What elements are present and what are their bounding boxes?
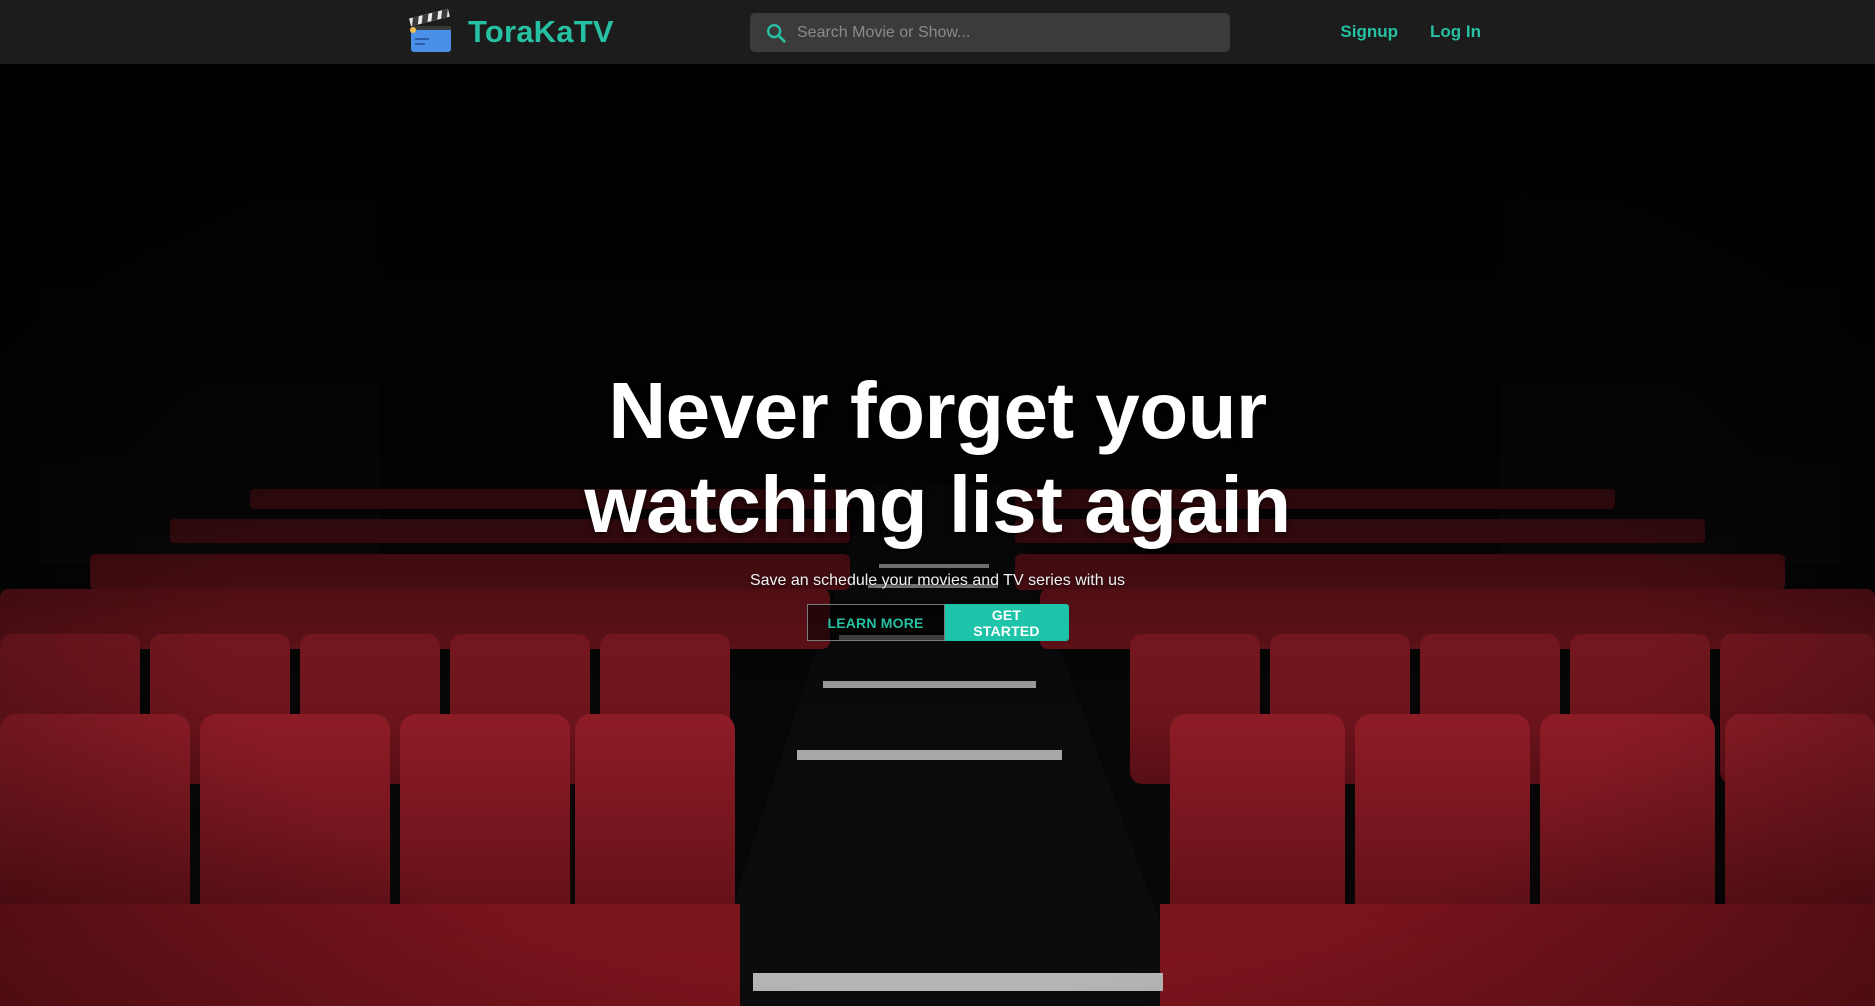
search-icon [767,24,786,43]
get-started-button[interactable]: GET STARTED [944,604,1069,641]
search-input[interactable] [797,13,1217,52]
hero-section: Never forget your watching list again Sa… [0,64,1875,1006]
hero-content: Never forget your watching list again Sa… [0,364,1875,641]
hero-buttons: LEARN MORE GET STARTED [806,604,1069,641]
hero-subtitle: Save an schedule your movies and TV seri… [749,572,1125,589]
navbar: ToraKaTV Signup Log In [0,0,1875,64]
nav-links: Signup Log In [1340,22,1481,42]
brand[interactable]: ToraKaTV [406,8,614,56]
clapperboard-icon [409,8,451,52]
signup-link[interactable]: Signup [1340,22,1398,42]
hero-title-line1: Never forget your [608,366,1267,455]
brand-name: ToraKaTV [468,14,614,49]
hero-title-line2: watching list again [584,460,1291,549]
learn-more-button[interactable]: LEARN MORE [806,604,945,641]
search-bar [750,13,1230,52]
hero-title: Never forget your watching list again [0,364,1875,552]
login-link[interactable]: Log In [1430,22,1481,42]
